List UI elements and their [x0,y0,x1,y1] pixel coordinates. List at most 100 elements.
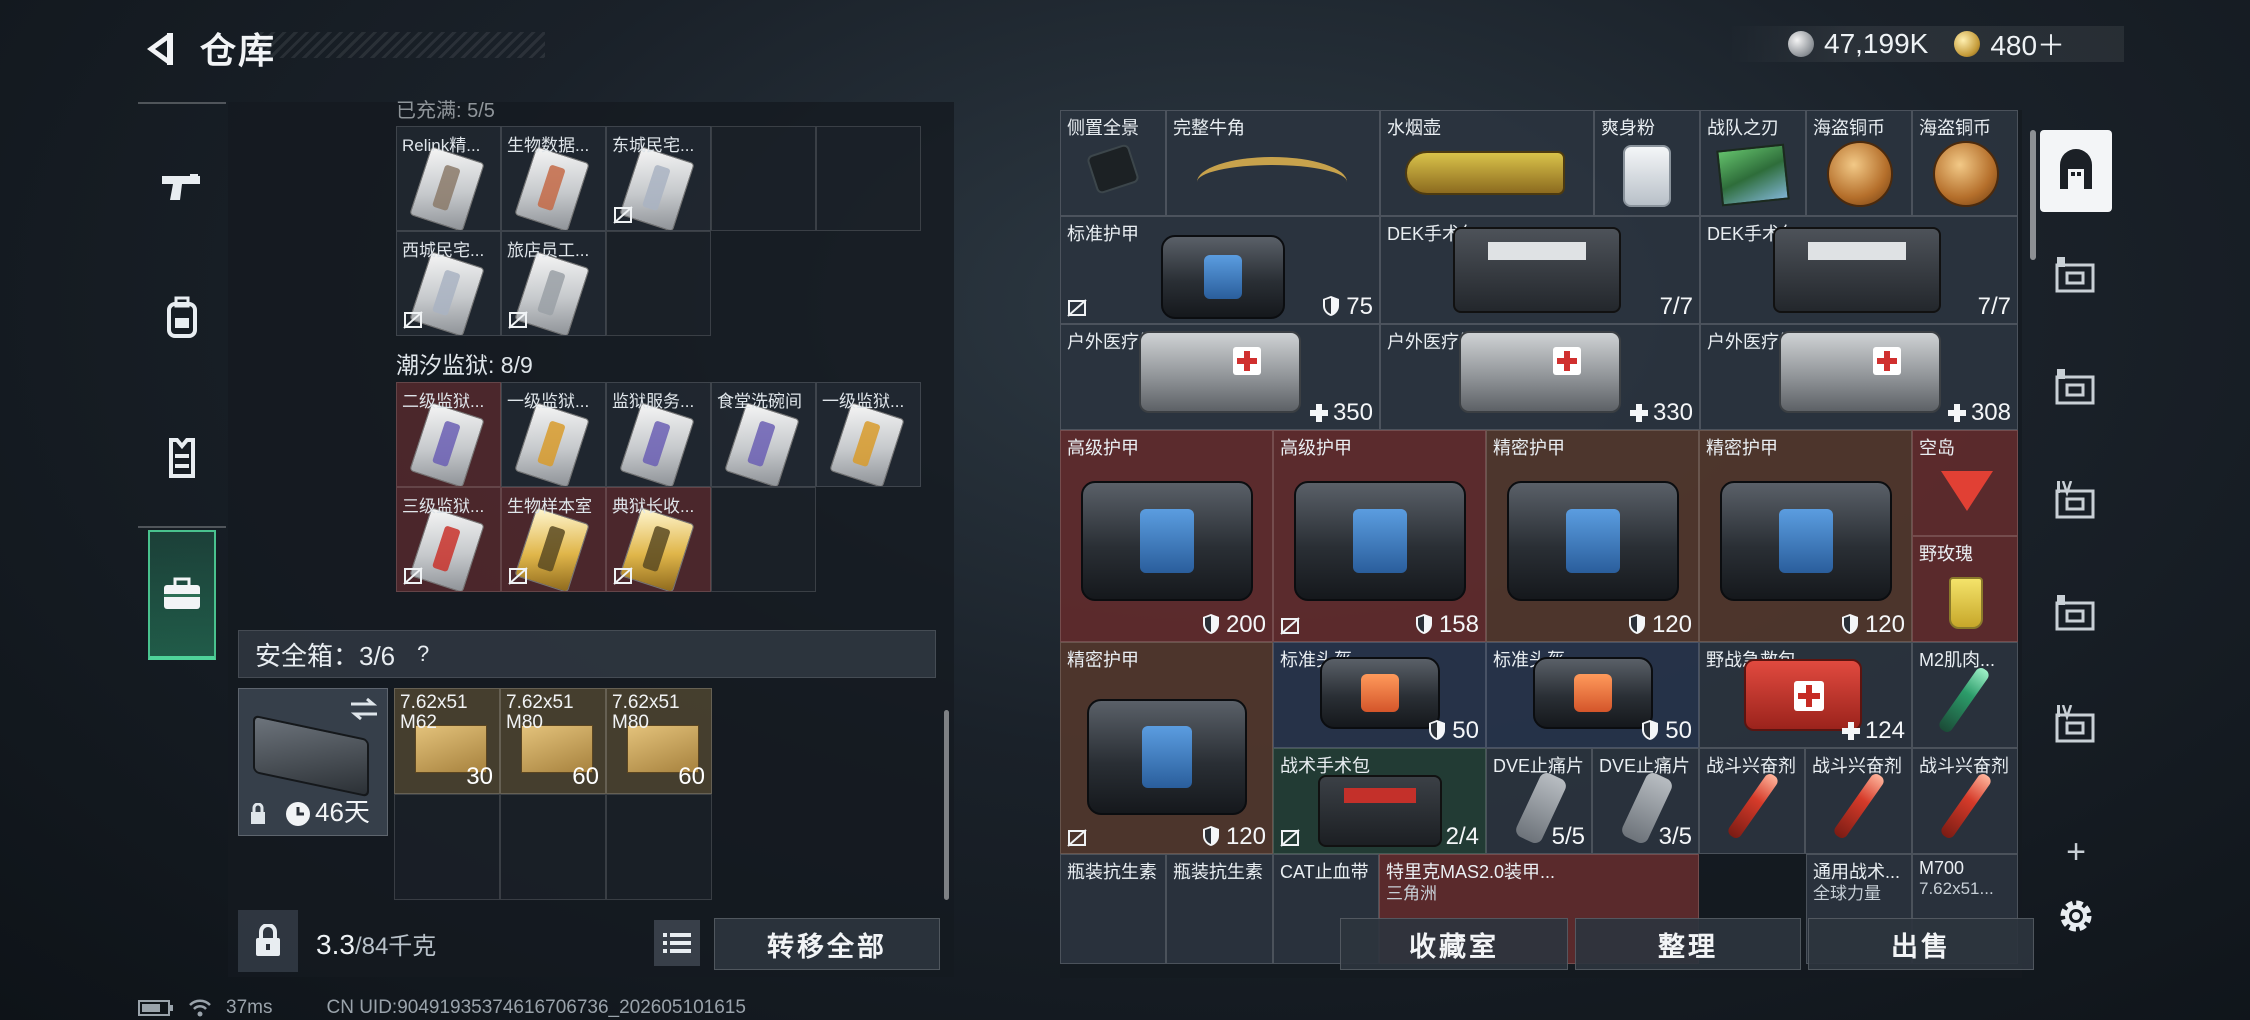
medkit-item[interactable]: 户外医疗箱 330 [1380,324,1700,430]
tab-vest[interactable] [138,392,226,522]
stash-scrollbar[interactable] [2030,130,2036,260]
tab-storage-case[interactable] [148,530,216,660]
item-value-text: 2/4 [1445,823,1479,850]
keycard-item[interactable]: 生物数据... [501,126,606,231]
ammo-count: 30 [466,763,493,790]
item-name: 高级护甲 [1280,438,1352,458]
collection-room-button[interactable]: 收藏室 [1340,918,1568,970]
tab-backpack[interactable] [138,252,226,382]
stash-item-magazine[interactable]: 战队之刃 [1700,110,1806,216]
painkiller-item[interactable]: DVE止痛片 5/5 [1486,748,1592,854]
keycard-item[interactable]: 二级监狱... [396,382,501,487]
surgical-kit-item[interactable]: DEK手术包 7/7 [1700,216,2018,324]
helmet-item[interactable]: 标准头盔 50 [1486,642,1699,748]
stash-page-4[interactable] [2048,474,2104,530]
medkit-item[interactable]: 户外医疗箱 350 [1060,324,1380,430]
keycard-item[interactable]: 监狱服务... [606,382,711,487]
tab-weapons[interactable] [138,122,226,252]
keycard-item[interactable]: Relink精... [396,126,501,231]
lock-icon [251,803,265,824]
settings-button[interactable] [2048,888,2104,944]
weight-max: /84千克 [354,933,437,960]
ammo-box-item[interactable]: 7.62x51 M62 30 [394,688,500,794]
keycard-item[interactable]: 一级监狱... [501,382,606,487]
ammo-box-item[interactable]: 7.62x51 M80 60 [500,688,606,794]
armor-icon [1087,699,1247,815]
stash-item-hookah[interactable]: 水烟壶 [1380,110,1594,216]
stimulant-item[interactable]: 战斗兴奋剂 [1699,748,1805,854]
item-value-text: 200 [1225,611,1266,638]
stash-item-horn[interactable]: 完整牛角 [1166,110,1380,216]
back-button[interactable] [138,26,184,72]
item-value-text: 7/7 [1977,293,2011,320]
item-name: 一级监狱... [822,392,905,411]
armor-plate [1779,508,1833,574]
first-aid-kit-item[interactable]: 野战急救包124 [1699,642,1912,748]
list-view-button[interactable] [654,920,700,966]
keycard-item[interactable]: 东城民宅... [606,126,711,231]
ammo-box-item[interactable]: 7.62x51 M80 60 [606,688,712,794]
armor-item[interactable]: 精密护甲 120 [1486,430,1699,642]
drink-item[interactable]: 空岛 [1912,430,2018,536]
stimulant-item[interactable]: 战斗兴奋剂 [1805,748,1912,854]
keycard-item[interactable]: 一级监狱... [816,382,921,487]
armor-item[interactable]: 高级护甲 158 [1273,430,1486,642]
tactical-surgical-kit-item[interactable]: 战术手术包 2/4 [1273,748,1486,854]
no-insure-icon [403,567,423,585]
transfer-all-button[interactable]: 转移全部 [714,918,940,970]
helmet-icon [1320,657,1440,729]
armor-item[interactable]: 精密护甲 120 [1060,642,1273,854]
item-value: 3/5 [1659,823,1692,851]
stash-page-2[interactable] [2048,248,2104,304]
helmet-item[interactable]: 标准头盔 50 [1273,642,1486,748]
surgical-kit-item[interactable]: DEK手术包 7/7 [1380,216,1700,324]
item-name: M700 [1919,858,1965,878]
item-name: 食堂洗碗间 [717,392,802,411]
stash-item-coin[interactable]: 海盗铜币 [1912,110,2018,216]
safe-box-case[interactable]: 46天 [238,688,388,836]
injector-item[interactable]: M2肌肉... [1912,642,2018,748]
scope-icon [1085,143,1141,195]
help-button[interactable]: ? [409,640,437,668]
stash-page-3[interactable] [2048,360,2104,416]
stash-item[interactable]: 瓶装抗生素 [1166,854,1273,964]
stash-item-scope[interactable]: 侧置全景 [1060,110,1166,216]
stash-page-6[interactable] [2048,698,2104,754]
empty-slot [606,794,712,900]
stash-item[interactable]: 瓶装抗生素 [1060,854,1166,964]
keycard-item[interactable]: 典狱长收... [606,487,711,592]
no-insure-icon [613,567,633,585]
stash-item-jar[interactable]: 爽身粉 [1594,110,1700,216]
stash-page-main[interactable] [2040,130,2112,212]
keycard-item[interactable]: 旅店员工... [501,231,606,336]
add-stash-page-button[interactable]: + [2048,824,2104,880]
empty-slot [711,126,816,231]
sell-button[interactable]: 出售 [1808,918,2034,970]
gold-amount[interactable]: 480＋ [1990,24,2065,64]
armor-item[interactable]: 高级护甲 200 [1060,430,1273,642]
keycard-item[interactable]: 食堂洗碗间 [711,382,816,487]
backpack-icon [167,296,197,338]
armor-item[interactable]: 标准护甲 75 [1060,216,1380,324]
stash-page-5[interactable] [2048,586,2104,642]
left-scrollbar[interactable] [944,710,949,900]
keycard-item[interactable]: 三级监狱... [396,487,501,592]
drink-item[interactable]: 野玫瑰 [1912,536,2018,642]
organize-button[interactable]: 整理 [1575,918,1801,970]
item-name: 精密护甲 [1493,438,1565,458]
no-insure-icon [508,567,528,585]
durability-icon [1641,719,1659,741]
stash-item-coin[interactable]: 海盗铜币 [1806,110,1912,216]
keycard-item[interactable]: 生物样本室 [501,487,606,592]
stimulant-item[interactable]: 战斗兴奋剂 [1912,748,2018,854]
helmet-icon [1533,657,1653,729]
no-insure-icon [1280,617,1300,635]
kit-label [1344,787,1416,803]
painkiller-item[interactable]: DVE止痛片 3/5 [1592,748,1699,854]
medkit-item[interactable]: 户外医疗箱 308 [1700,324,2018,430]
item-name: 三级监狱... [402,497,485,516]
lock-button[interactable] [238,910,298,972]
armor-item[interactable]: 精密护甲 120 [1699,430,1912,642]
keycard-item[interactable]: 西城民宅... [396,231,501,336]
durability-icon [1202,613,1220,635]
